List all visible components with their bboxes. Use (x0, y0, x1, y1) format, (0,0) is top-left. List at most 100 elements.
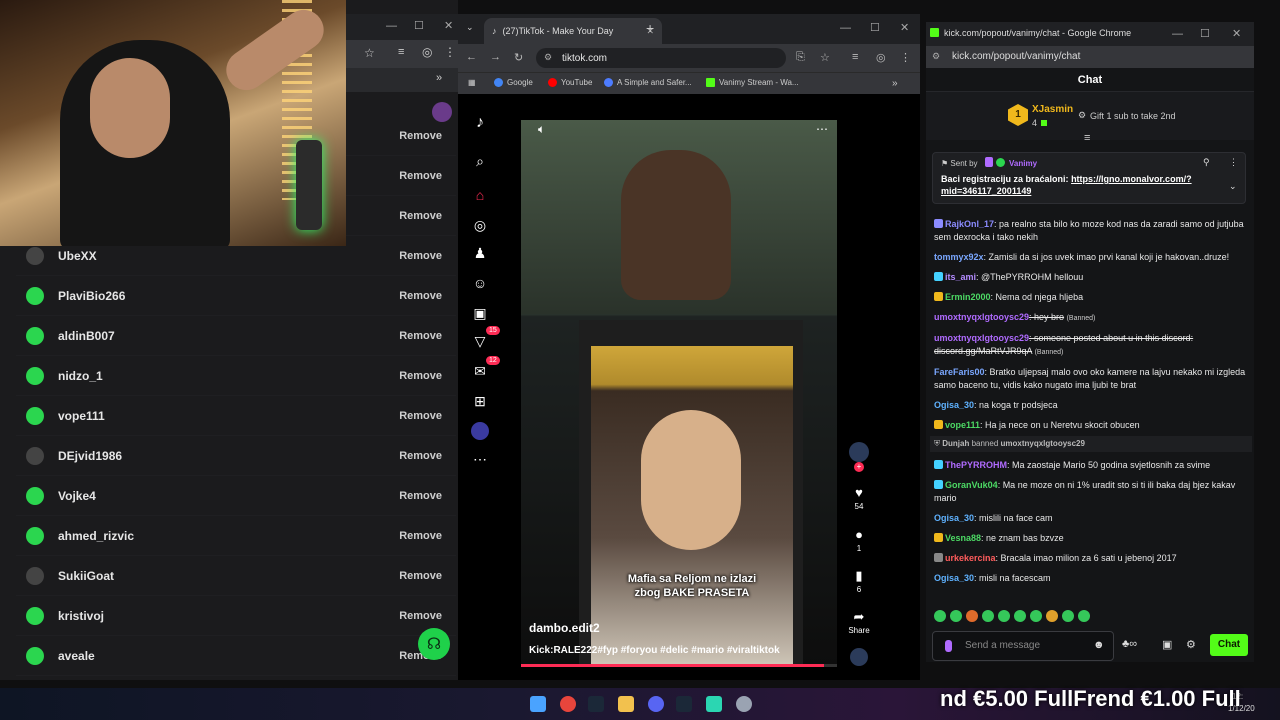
emote-icon[interactable] (1030, 610, 1042, 622)
emote-icon[interactable] (1014, 610, 1026, 622)
remove-button[interactable]: Remove (399, 250, 442, 262)
chat-username[interactable]: umoxtnyqxlgtooysc29 (934, 312, 1029, 322)
author-avatar[interactable]: + (846, 442, 872, 472)
settings-icon[interactable] (736, 696, 752, 712)
chat-username[interactable]: Ogisa_30 (934, 513, 974, 523)
emote-icon[interactable] (998, 610, 1010, 622)
chat-username[interactable]: Vesna88 (945, 533, 981, 543)
user-name[interactable]: PlaviBio266 (58, 289, 125, 303)
emote-icon[interactable] (1062, 610, 1074, 622)
emoji-icon[interactable]: ☻ (1093, 639, 1105, 651)
emote-icon[interactable] (1078, 610, 1090, 622)
minimize-icon[interactable]: — (840, 22, 851, 34)
user-name[interactable]: nidzo_1 (58, 369, 103, 383)
explore-icon[interactable]: ◎ (471, 216, 489, 234)
chat-username[interactable]: Ogisa_30 (934, 573, 974, 583)
chevron-right-icon[interactable]: » (436, 72, 442, 84)
maximize-icon[interactable]: ☐ (414, 19, 424, 32)
reload-icon[interactable]: ↻ (514, 51, 523, 64)
user-name[interactable]: kristivoj (58, 609, 104, 623)
emote-icon[interactable] (982, 610, 994, 622)
more-icon[interactable]: ⋯ (471, 450, 489, 468)
chat-username[interactable]: its_ami (945, 272, 976, 282)
follow-plus-icon[interactable]: + (854, 462, 864, 472)
inbox-icon[interactable]: ▽ (471, 332, 489, 350)
remove-button[interactable]: Remove (399, 530, 442, 542)
video-author[interactable]: dambo.edit2 (529, 621, 600, 635)
forward-icon[interactable]: → (490, 51, 501, 63)
user-name[interactable]: aldinB007 (58, 329, 115, 343)
bookmark-google[interactable]: Google (494, 78, 533, 87)
user-name[interactable]: DEjvid1986 (58, 449, 122, 463)
user-name[interactable]: ahmed_rizvic (58, 529, 134, 543)
remove-button[interactable]: Remove (399, 130, 442, 142)
user-name[interactable]: UbeXX (58, 249, 97, 263)
remove-button[interactable]: Remove (399, 490, 442, 502)
maximize-icon[interactable]: ☐ (870, 21, 880, 34)
chevron-right-icon[interactable]: » (892, 78, 898, 89)
user-name[interactable]: vope111 (58, 409, 105, 423)
chat-tools-icon[interactable]: ♣∞ (1122, 638, 1137, 650)
new-tab-icon[interactable]: + (646, 20, 654, 36)
chevron-down-icon[interactable]: ⌄ (466, 22, 474, 33)
media-icon[interactable]: ≡ (852, 51, 858, 63)
search-icon[interactable]: ⌕ (471, 152, 489, 170)
start-icon[interactable] (530, 696, 546, 712)
menu-icon[interactable]: ⋮ (444, 45, 456, 59)
media-icon[interactable]: ≡ (398, 46, 404, 58)
tiktok-logo-icon[interactable]: ♪ (471, 114, 489, 132)
minimize-icon[interactable]: — (386, 20, 397, 32)
moderator-name[interactable]: Dunjah (942, 439, 969, 448)
profile-icon[interactable]: ◎ (422, 45, 432, 59)
minimize-icon[interactable]: — (1172, 28, 1183, 40)
chat-username[interactable]: RajkOnl_17 (945, 219, 994, 229)
install-icon[interactable]: ⎘ (796, 51, 805, 64)
chat-username[interactable]: Ermin2000 (945, 292, 991, 302)
comment-button[interactable]: ● 1 (846, 526, 872, 553)
send-chat-button[interactable]: Chat (1210, 634, 1248, 656)
home-icon[interactable]: ⌂ (471, 186, 489, 204)
upload-icon[interactable]: ⊞ (471, 392, 489, 410)
chevron-down-icon[interactable]: ⌄ (1229, 181, 1237, 192)
chat-username[interactable]: ThePYRROHM (945, 460, 1007, 470)
app-icon[interactable] (706, 696, 722, 712)
music-disc-icon[interactable] (846, 648, 872, 666)
close-icon[interactable]: ✕ (900, 21, 909, 34)
more-options-icon[interactable]: ⋯ (816, 122, 828, 136)
user-name[interactable]: SukiiGoat (58, 569, 114, 583)
steam-icon[interactable] (588, 696, 604, 712)
remove-button[interactable]: Remove (399, 370, 442, 382)
banned-user[interactable]: umoxtnyqxlgtooysc29 (1000, 439, 1084, 448)
headset-icon[interactable]: ☊ (418, 628, 450, 660)
url-bar[interactable]: ⚙ kick.com/popout/vanimy/chat (926, 46, 1254, 68)
following-icon[interactable]: ♟ (471, 244, 489, 262)
close-icon[interactable]: ✕ (1232, 27, 1241, 40)
profile-icon[interactable]: ◎ (876, 51, 886, 64)
star-icon[interactable]: ☆ (364, 46, 375, 60)
volume-icon[interactable]: 🔈︎ (538, 122, 545, 137)
live-icon[interactable]: ▣ (471, 304, 489, 322)
user-name[interactable]: aveale (58, 649, 95, 663)
user-name[interactable]: Vojke4 (58, 489, 96, 503)
site-info-icon[interactable]: ⚙ (932, 51, 940, 62)
chat-username[interactable]: GoranVuk04 (945, 480, 998, 490)
gift-cta[interactable]: Gift 1 sub to take 2nd (1090, 111, 1176, 121)
chat-username[interactable]: urkekercina (945, 553, 996, 563)
chat-username[interactable]: vope111 (945, 420, 980, 430)
video-progress[interactable] (521, 664, 837, 667)
chat-username[interactable]: umoxtnyqxlgtooysc29 (934, 333, 1029, 343)
remove-button[interactable]: Remove (399, 170, 442, 182)
bookmark-vanimy[interactable]: Vanimy Stream - Wa... (706, 78, 799, 87)
discord-icon[interactable] (648, 696, 664, 712)
save-button[interactable]: ▮ 6 (846, 567, 872, 594)
remove-button[interactable]: Remove (399, 410, 442, 422)
chat-username[interactable]: Ogisa_30 (934, 400, 974, 410)
site-info-icon[interactable]: ⚙ (544, 52, 552, 63)
settings-icon[interactable]: ⚙ (1186, 638, 1196, 651)
remove-button[interactable]: Remove (399, 330, 442, 342)
top-gifter-name[interactable]: XJasmin (1032, 104, 1073, 115)
bookmark-youtube[interactable]: YouTube (548, 78, 592, 87)
folder-icon[interactable] (618, 696, 634, 712)
steam-icon[interactable] (676, 696, 692, 712)
chat-username[interactable]: FareFaris00 (934, 367, 985, 377)
